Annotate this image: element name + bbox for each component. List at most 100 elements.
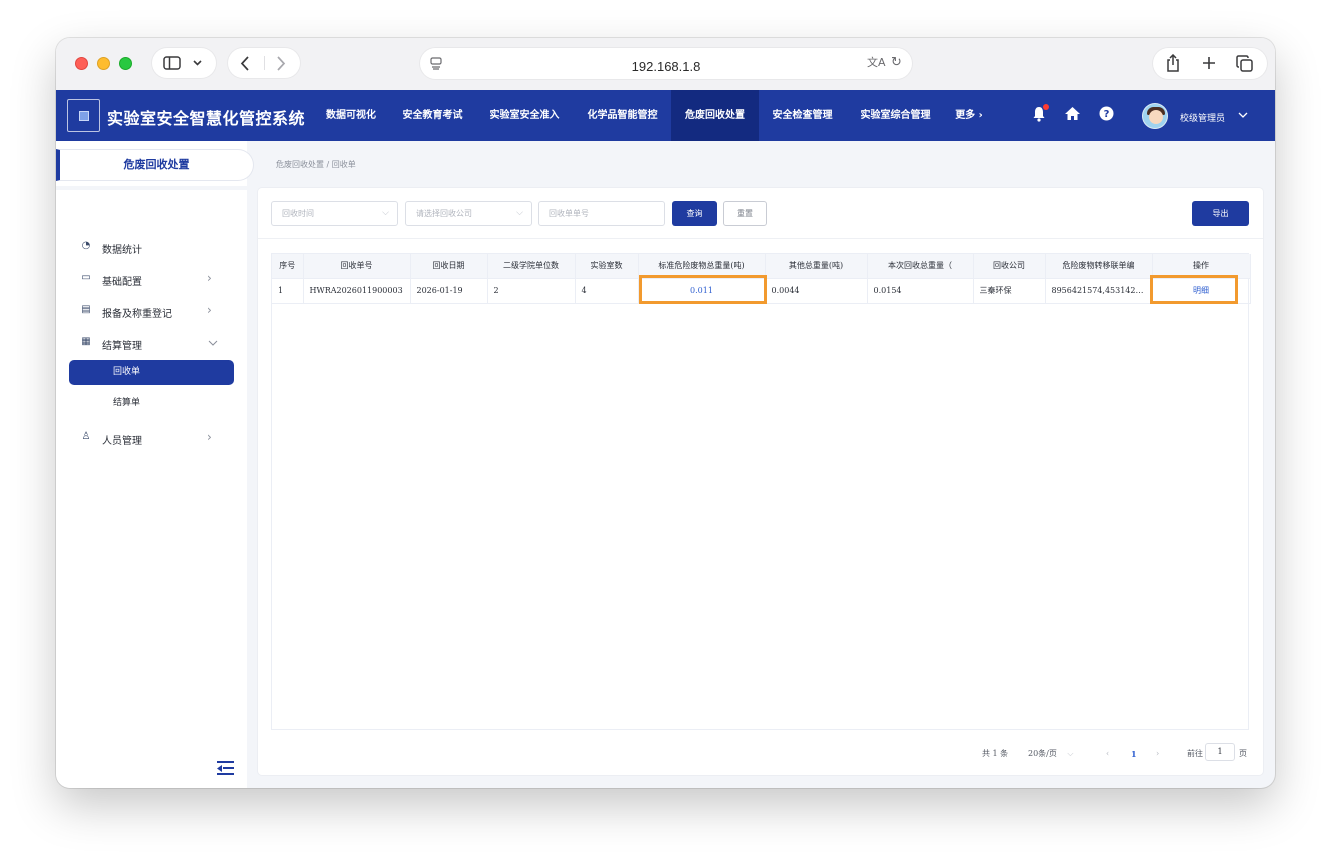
main-panel: 回收时间 ⌵ 请选择回收公司 ⌵ 回收单单号 查询 重置 导出 序号 回收单号 … <box>258 188 1263 775</box>
table-cell: 三秦环保 <box>973 278 1046 304</box>
back-icon[interactable] <box>240 56 250 71</box>
column-header: 本次回收总重量（ <box>867 254 974 279</box>
address-bar[interactable]: 192.168.1.8 文A ↻ <box>420 48 912 79</box>
browser-actions-group <box>1153 48 1267 79</box>
avatar[interactable] <box>1142 103 1168 129</box>
chevron-down-icon <box>208 340 218 346</box>
page-size-select[interactable]: 20条/页 ⌵ <box>1028 744 1074 764</box>
sidebar-subitem-settlement-order[interactable]: 结算单 <box>69 391 234 416</box>
chevron-down-icon: ⌵ <box>516 208 523 218</box>
share-icon[interactable] <box>1166 54 1180 72</box>
chevron-right-icon: › <box>207 271 212 285</box>
chevron-down-icon <box>193 60 202 66</box>
divider <box>258 238 1263 239</box>
nav-item-chemical-control[interactable]: 化学品智能管控 <box>574 90 671 141</box>
goto-label: 前往 <box>1187 749 1203 758</box>
user-icon: ♙ <box>81 431 91 442</box>
pie-chart-icon: ◔ <box>81 240 91 251</box>
highlight-box <box>1150 275 1238 304</box>
browser-toolbar: 192.168.1.8 文A ↻ <box>56 38 1275 90</box>
document-icon: ▤ <box>81 304 91 315</box>
translate-icon[interactable]: 文A <box>867 57 886 68</box>
query-button[interactable]: 查询 <box>672 201 717 226</box>
prev-page-icon[interactable]: ‹ <box>1106 744 1109 764</box>
app-logo <box>67 99 100 132</box>
sidebar-item-basic-config[interactable]: ▭ 基础配置 › <box>56 265 247 293</box>
history-nav-group <box>228 48 300 78</box>
nav-item-lab-access[interactable]: 实验室安全准入 <box>475 90 574 141</box>
home-icon[interactable] <box>1064 106 1081 121</box>
nav-item-safety-inspection[interactable]: 安全检查管理 <box>759 90 846 141</box>
column-header: 其他总重量(吨) <box>765 254 868 279</box>
help-icon[interactable]: ? <box>1099 106 1114 121</box>
svg-text:?: ? <box>1104 109 1110 120</box>
nav-item-lab-management[interactable]: 实验室综合管理 <box>846 90 945 141</box>
app-title: 实验室安全智慧化管控系统 <box>107 109 306 128</box>
table-cell: 8956421574,4531425... <box>1045 278 1153 304</box>
column-header: 序号 <box>272 254 304 279</box>
recycle-time-placeholder: 回收时间 <box>282 209 314 218</box>
recycle-company-select[interactable]: 请选择回收公司 ⌵ <box>405 201 532 226</box>
sidebar-module-tab[interactable]: 危废回收处置 <box>56 149 254 181</box>
chevron-right-icon: › <box>207 303 212 317</box>
table-cell: 0.0044 <box>765 278 868 304</box>
nav-item-hazardous-waste[interactable]: 危废回收处置 <box>671 90 759 141</box>
sidebar: 危废回收处置 ◔ 数据统计 ▭ 基础配置 › ▤ 报备及称重登记 › ▦ 结算管… <box>56 141 254 788</box>
nav-item-more[interactable]: 更多 › <box>945 90 993 141</box>
order-number-placeholder: 回收单单号 <box>549 209 589 218</box>
monitor-icon: ▭ <box>81 272 91 283</box>
recycle-order-table: 序号 回收单号 回收日期 二级学院单位数 实验室数 标准危险废物总重量(吨) 其… <box>271 253 1251 730</box>
sidebar-item-statistics[interactable]: ◔ 数据统计 <box>56 233 247 261</box>
column-header: 回收单号 <box>303 254 411 279</box>
collapse-sidebar-icon[interactable] <box>217 761 234 776</box>
sidebar-subitem-label: 结算单 <box>113 398 141 408</box>
sidebar-toggle-group[interactable] <box>152 48 216 78</box>
page-number-current[interactable]: 1 <box>1131 744 1137 764</box>
reset-button[interactable]: 重置 <box>723 201 767 226</box>
browser-window: 192.168.1.8 文A ↻ 实验室安全智慧化管控系统 数据可视化 安全教育… <box>56 38 1275 788</box>
sidebar-item-label: 人员管理 <box>102 436 142 447</box>
nav-item-data-visualization[interactable]: 数据可视化 <box>312 90 390 141</box>
page-size-label: 20条/页 <box>1028 749 1057 758</box>
table-cell: 4 <box>575 278 639 304</box>
minimize-window-button[interactable] <box>97 57 110 70</box>
user-name[interactable]: 校级管理员 <box>1180 111 1225 124</box>
close-window-button[interactable] <box>75 57 88 70</box>
url-text: 192.168.1.8 <box>631 59 701 74</box>
zoom-window-button[interactable] <box>119 57 132 70</box>
notification-badge <box>1043 104 1049 110</box>
sidebar-subitem-label: 回收单 <box>113 367 141 377</box>
app-header: 实验室安全智慧化管控系统 数据可视化 安全教育考试 实验室安全准入 化学品智能管… <box>56 90 1275 141</box>
new-tab-icon[interactable] <box>1202 56 1216 70</box>
export-button[interactable]: 导出 <box>1192 201 1249 226</box>
column-header: 回收公司 <box>973 254 1046 279</box>
reload-icon[interactable]: ↻ <box>891 56 902 69</box>
sidebar-item-weighing-registration[interactable]: ▤ 报备及称重登记 › <box>56 297 247 325</box>
chevron-right-icon: › <box>207 430 212 444</box>
column-header: 回收日期 <box>410 254 488 279</box>
sidebar-item-label: 基础配置 <box>102 277 142 288</box>
next-page-icon[interactable]: › <box>1156 744 1159 764</box>
table-cell: 2 <box>487 278 576 304</box>
table-cell: 2026-01-19 <box>410 278 488 304</box>
sidebar-item-label: 报备及称重登记 <box>102 309 172 320</box>
calculator-icon: ▦ <box>81 336 91 347</box>
goto-page-input[interactable]: 1 <box>1205 743 1235 761</box>
breadcrumb: 危废回收处置 / 回收单 <box>276 160 356 169</box>
sidebar-item-personnel[interactable]: ♙ 人员管理 › <box>56 424 247 452</box>
pagination-total: 共 1 条 <box>982 749 1009 758</box>
column-header: 二级学院单位数 <box>487 254 576 279</box>
sidebar-subitem-recycle-order[interactable]: 回收单 <box>69 360 234 385</box>
recycle-time-filter[interactable]: 回收时间 ⌵ <box>271 201 398 226</box>
divider <box>56 186 247 190</box>
order-number-input[interactable]: 回收单单号 <box>538 201 665 226</box>
table-cell: HWRA2026011900003 <box>303 278 411 304</box>
sidebar-item-settlement[interactable]: ▦ 结算管理 <box>56 329 247 357</box>
forward-icon[interactable] <box>276 56 286 71</box>
tab-overview-icon[interactable] <box>1236 55 1253 72</box>
page-suffix: 页 <box>1239 749 1247 758</box>
nav-item-safety-education[interactable]: 安全教育考试 <box>390 90 475 141</box>
table-cell: 0.0154 <box>867 278 974 304</box>
user-menu-chevron-icon[interactable] <box>1238 112 1248 118</box>
highlight-box <box>639 275 767 304</box>
